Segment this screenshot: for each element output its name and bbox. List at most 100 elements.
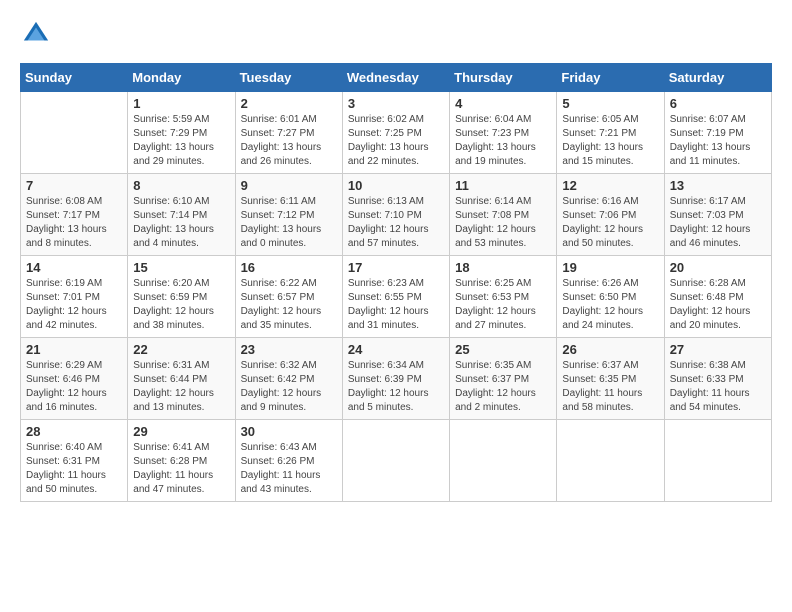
calendar-cell: 24 Sunrise: 6:34 AMSunset: 6:39 PMDayligh… <box>342 338 449 420</box>
day-number: 17 <box>348 260 444 275</box>
col-header-wednesday: Wednesday <box>342 64 449 92</box>
calendar: SundayMondayTuesdayWednesdayThursdayFrid… <box>20 63 772 502</box>
day-info: Sunrise: 6:17 AMSunset: 7:03 PMDaylight:… <box>670 195 766 251</box>
calendar-cell <box>342 420 449 502</box>
col-header-tuesday: Tuesday <box>235 64 342 92</box>
calendar-cell: 22 Sunrise: 6:31 AMSunset: 6:44 PMDayligh… <box>128 338 235 420</box>
calendar-cell: 14 Sunrise: 6:19 AMSunset: 7:01 PMDayligh… <box>21 256 128 338</box>
day-number: 15 <box>133 260 229 275</box>
calendar-cell <box>450 420 557 502</box>
day-number: 25 <box>455 342 551 357</box>
calendar-cell: 2 Sunrise: 6:01 AMSunset: 7:27 PMDaylight… <box>235 92 342 174</box>
day-number: 23 <box>241 342 337 357</box>
day-number: 18 <box>455 260 551 275</box>
day-info: Sunrise: 6:43 AMSunset: 6:26 PMDaylight:… <box>241 441 337 497</box>
calendar-week-row: 1 Sunrise: 5:59 AMSunset: 7:29 PMDaylight… <box>21 92 772 174</box>
day-number: 21 <box>26 342 122 357</box>
calendar-cell <box>664 420 771 502</box>
day-info: Sunrise: 6:16 AMSunset: 7:06 PMDaylight:… <box>562 195 658 251</box>
calendar-cell: 5 Sunrise: 6:05 AMSunset: 7:21 PMDaylight… <box>557 92 664 174</box>
col-header-saturday: Saturday <box>664 64 771 92</box>
day-info: Sunrise: 6:28 AMSunset: 6:48 PMDaylight:… <box>670 277 766 333</box>
col-header-sunday: Sunday <box>21 64 128 92</box>
calendar-week-row: 7 Sunrise: 6:08 AMSunset: 7:17 PMDaylight… <box>21 174 772 256</box>
day-number: 3 <box>348 96 444 111</box>
calendar-cell: 17 Sunrise: 6:23 AMSunset: 6:55 PMDayligh… <box>342 256 449 338</box>
day-info: Sunrise: 6:41 AMSunset: 6:28 PMDaylight:… <box>133 441 229 497</box>
day-info: Sunrise: 6:40 AMSunset: 6:31 PMDaylight:… <box>26 441 122 497</box>
day-info: Sunrise: 6:20 AMSunset: 6:59 PMDaylight:… <box>133 277 229 333</box>
day-number: 8 <box>133 178 229 193</box>
calendar-cell: 4Sunrise: 6:04 AMSunset: 7:23 PMDaylight… <box>450 92 557 174</box>
day-number: 30 <box>241 424 337 439</box>
day-info: Sunrise: 6:22 AMSunset: 6:57 PMDaylight:… <box>241 277 337 333</box>
calendar-cell: 9 Sunrise: 6:11 AMSunset: 7:12 PMDaylight… <box>235 174 342 256</box>
day-number: 1 <box>133 96 229 111</box>
calendar-cell: 12 Sunrise: 6:16 AMSunset: 7:06 PMDayligh… <box>557 174 664 256</box>
day-number: 9 <box>241 178 337 193</box>
calendar-cell: 20 Sunrise: 6:28 AMSunset: 6:48 PMDayligh… <box>664 256 771 338</box>
day-info: Sunrise: 5:59 AMSunset: 7:29 PMDaylight:… <box>133 113 229 169</box>
day-info: Sunrise: 6:04 AMSunset: 7:23 PMDaylight:… <box>455 113 551 169</box>
calendar-cell: 8 Sunrise: 6:10 AMSunset: 7:14 PMDaylight… <box>128 174 235 256</box>
day-info: Sunrise: 6:11 AMSunset: 7:12 PMDaylight:… <box>241 195 337 251</box>
day-info: Sunrise: 6:13 AMSunset: 7:10 PMDaylight:… <box>348 195 444 251</box>
day-number: 10 <box>348 178 444 193</box>
day-number: 27 <box>670 342 766 357</box>
col-header-monday: Monday <box>128 64 235 92</box>
calendar-cell: 28 Sunrise: 6:40 AMSunset: 6:31 PMDayligh… <box>21 420 128 502</box>
day-info: Sunrise: 6:37 AMSunset: 6:35 PMDaylight:… <box>562 359 658 415</box>
day-number: 20 <box>670 260 766 275</box>
day-number: 19 <box>562 260 658 275</box>
day-info: Sunrise: 6:32 AMSunset: 6:42 PMDaylight:… <box>241 359 337 415</box>
day-number: 16 <box>241 260 337 275</box>
day-number: 7 <box>26 178 122 193</box>
calendar-cell: 10 Sunrise: 6:13 AMSunset: 7:10 PMDayligh… <box>342 174 449 256</box>
calendar-cell: 13 Sunrise: 6:17 AMSunset: 7:03 PMDayligh… <box>664 174 771 256</box>
day-number: 13 <box>670 178 766 193</box>
day-info: Sunrise: 6:02 AMSunset: 7:25 PMDaylight:… <box>348 113 444 169</box>
calendar-cell: 18Sunrise: 6:25 AMSunset: 6:53 PMDayligh… <box>450 256 557 338</box>
calendar-cell: 25 Sunrise: 6:35 AMSunset: 6:37 PMDayligh… <box>450 338 557 420</box>
calendar-cell: 30 Sunrise: 6:43 AMSunset: 6:26 PMDayligh… <box>235 420 342 502</box>
col-header-friday: Friday <box>557 64 664 92</box>
calendar-cell: 3 Sunrise: 6:02 AMSunset: 7:25 PMDaylight… <box>342 92 449 174</box>
day-number: 5 <box>562 96 658 111</box>
logo-icon <box>22 20 50 48</box>
day-number: 29 <box>133 424 229 439</box>
day-number: 11 <box>455 178 551 193</box>
day-info: Sunrise: 6:34 AMSunset: 6:39 PMDaylight:… <box>348 359 444 415</box>
day-number: 26 <box>562 342 658 357</box>
day-info: Sunrise: 6:14 AMSunset: 7:08 PMDaylight:… <box>455 195 551 251</box>
day-info: Sunrise: 6:10 AMSunset: 7:14 PMDaylight:… <box>133 195 229 251</box>
calendar-cell <box>557 420 664 502</box>
calendar-cell: 29 Sunrise: 6:41 AMSunset: 6:28 PMDayligh… <box>128 420 235 502</box>
day-info: Sunrise: 6:31 AMSunset: 6:44 PMDaylight:… <box>133 359 229 415</box>
calendar-cell: 26 Sunrise: 6:37 AMSunset: 6:35 PMDayligh… <box>557 338 664 420</box>
calendar-cell: 23 Sunrise: 6:32 AMSunset: 6:42 PMDayligh… <box>235 338 342 420</box>
calendar-cell: 19 Sunrise: 6:26 AMSunset: 6:50 PMDayligh… <box>557 256 664 338</box>
day-number: 28 <box>26 424 122 439</box>
day-number: 2 <box>241 96 337 111</box>
day-info: Sunrise: 6:23 AMSunset: 6:55 PMDaylight:… <box>348 277 444 333</box>
day-number: 6 <box>670 96 766 111</box>
day-number: 22 <box>133 342 229 357</box>
day-info: Sunrise: 6:19 AMSunset: 7:01 PMDaylight:… <box>26 277 122 333</box>
day-info: Sunrise: 6:05 AMSunset: 7:21 PMDaylight:… <box>562 113 658 169</box>
col-header-thursday: Thursday <box>450 64 557 92</box>
day-info: Sunrise: 6:07 AMSunset: 7:19 PMDaylight:… <box>670 113 766 169</box>
day-info: Sunrise: 6:35 AMSunset: 6:37 PMDaylight:… <box>455 359 551 415</box>
day-number: 24 <box>348 342 444 357</box>
day-info: Sunrise: 6:38 AMSunset: 6:33 PMDaylight:… <box>670 359 766 415</box>
day-info: Sunrise: 6:08 AMSunset: 7:17 PMDaylight:… <box>26 195 122 251</box>
day-info: Sunrise: 6:26 AMSunset: 6:50 PMDaylight:… <box>562 277 658 333</box>
calendar-week-row: 14 Sunrise: 6:19 AMSunset: 7:01 PMDayligh… <box>21 256 772 338</box>
calendar-cell: 1 Sunrise: 5:59 AMSunset: 7:29 PMDaylight… <box>128 92 235 174</box>
calendar-week-row: 21Sunrise: 6:29 AMSunset: 6:46 PMDayligh… <box>21 338 772 420</box>
day-number: 14 <box>26 260 122 275</box>
day-number: 12 <box>562 178 658 193</box>
day-info: Sunrise: 6:01 AMSunset: 7:27 PMDaylight:… <box>241 113 337 169</box>
calendar-cell: 16 Sunrise: 6:22 AMSunset: 6:57 PMDayligh… <box>235 256 342 338</box>
page-header <box>20 20 772 53</box>
calendar-cell: 7 Sunrise: 6:08 AMSunset: 7:17 PMDaylight… <box>21 174 128 256</box>
